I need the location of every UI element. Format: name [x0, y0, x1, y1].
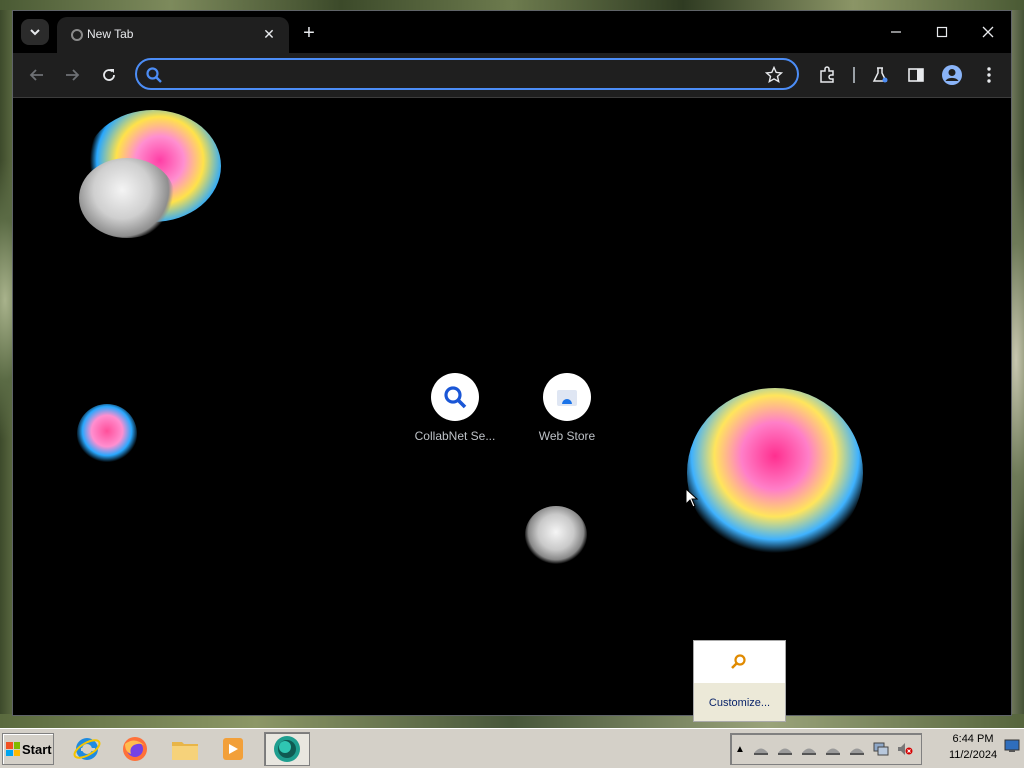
firefox-icon	[123, 737, 147, 761]
title-bar: New Tab ✕ +	[13, 11, 1011, 53]
side-panel-button[interactable]	[902, 61, 930, 89]
reload-icon	[103, 69, 115, 81]
close-icon	[982, 26, 994, 38]
side-panel-icon	[908, 68, 924, 82]
windows-logo-icon	[6, 742, 20, 756]
shortcut-web-store[interactable]: Web Store	[519, 361, 615, 457]
shortcut-collabnet[interactable]: CollabNet Se...	[407, 361, 503, 457]
shortcut-icon-circle	[431, 373, 479, 421]
new-tab-page: CollabNet Se... Web Store	[13, 98, 1011, 715]
network-icon[interactable]	[753, 742, 769, 756]
clock-date[interactable]: 11/2/2024	[940, 749, 1006, 761]
taskbar-app-media-player[interactable]	[214, 732, 252, 766]
more-vertical-icon	[987, 67, 991, 83]
tab-close-icon[interactable]: ✕	[259, 24, 279, 44]
taskbar-app-chrome[interactable]	[264, 732, 310, 766]
media-player-icon	[223, 738, 243, 760]
flask-icon	[872, 67, 888, 83]
start-label: Start	[22, 741, 52, 757]
web-store-icon	[557, 390, 577, 406]
profile-button[interactable]	[938, 61, 966, 89]
taskbar-app-file-explorer[interactable]	[166, 732, 204, 766]
screensaver-polar-bear	[79, 158, 175, 238]
new-tab-button[interactable]: +	[297, 21, 321, 45]
shortcut-icon-circle	[543, 373, 591, 421]
tab-title: New Tab	[87, 27, 134, 41]
toolbar-separator	[853, 67, 855, 83]
arrow-left-icon	[29, 69, 43, 81]
avatar-icon	[942, 65, 962, 85]
screensaver-bear-right	[687, 388, 863, 558]
search-icon	[146, 67, 162, 83]
show-desktop-icon[interactable]	[1004, 739, 1020, 753]
browser-toolbar	[13, 53, 1011, 98]
tab-favicon-icon	[71, 29, 83, 41]
screensaver-bear-small	[77, 404, 137, 464]
address-bar[interactable]	[135, 58, 799, 90]
tray-expand-icon[interactable]: ▲	[731, 734, 749, 764]
network-icon[interactable]	[801, 742, 817, 756]
desktop-background-top	[0, 0, 1024, 10]
taskbar-app-internet-explorer[interactable]	[68, 732, 106, 766]
maximize-icon	[936, 26, 948, 38]
customize-link[interactable]: Customize...	[694, 697, 785, 709]
taskbar-app-firefox[interactable]	[116, 732, 154, 766]
address-input[interactable]	[171, 64, 755, 86]
search-icon	[444, 386, 467, 409]
network-icon[interactable]	[849, 742, 865, 756]
file-explorer-icon	[172, 742, 198, 760]
browser-window: New Tab ✕ + CollabNet Se... Web Store	[12, 10, 1012, 716]
shortcut-label: CollabNet Se...	[414, 429, 496, 443]
bookmark-star-icon[interactable]	[765, 66, 783, 84]
search-icon	[731, 654, 746, 669]
extensions-button[interactable]	[813, 61, 841, 89]
forward-button[interactable]	[58, 61, 86, 89]
maximize-button[interactable]	[919, 17, 965, 47]
puzzle-icon	[820, 66, 834, 83]
menu-button[interactable]	[975, 61, 1003, 89]
close-window-button[interactable]	[965, 17, 1011, 47]
labs-button[interactable]	[866, 61, 894, 89]
tab-new-tab[interactable]: New Tab ✕	[57, 17, 289, 53]
chrome-icon	[274, 736, 300, 762]
minimize-button[interactable]	[873, 17, 919, 47]
internet-explorer-icon	[73, 738, 101, 760]
system-tray: ▲	[730, 733, 922, 765]
volume-muted-icon[interactable]	[897, 742, 913, 756]
shortcut-label: Web Store	[538, 429, 596, 443]
arrow-right-icon	[66, 69, 80, 81]
network-icon[interactable]	[777, 742, 793, 756]
clock-time[interactable]: 6:44 PM	[940, 733, 1006, 745]
chevron-down-icon	[30, 29, 40, 36]
network-icon[interactable]	[825, 742, 841, 756]
display-icon[interactable]	[873, 742, 889, 756]
tray-overflow-popup: Customize...	[693, 640, 786, 722]
desktop-background-bottom	[0, 714, 1024, 728]
back-button[interactable]	[23, 61, 51, 89]
start-button[interactable]: Start	[2, 733, 54, 765]
taskbar: Start ▲ 6:44 PM 11/2/2024	[0, 728, 1024, 768]
mouse-cursor-icon	[685, 488, 699, 508]
reload-button[interactable]	[95, 61, 123, 89]
tab-search-button[interactable]	[21, 19, 49, 45]
minimize-icon	[891, 31, 901, 33]
screensaver-polar-bear-2	[525, 506, 587, 564]
